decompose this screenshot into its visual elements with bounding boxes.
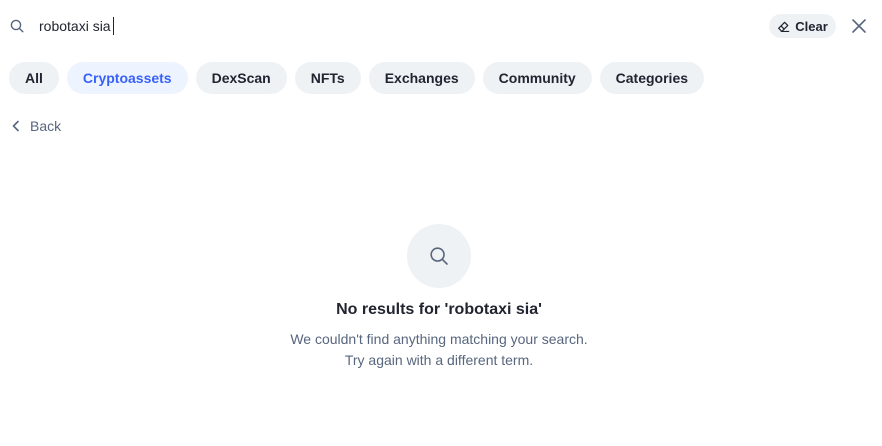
search-icon (10, 19, 24, 33)
tab-cryptoassets[interactable]: Cryptoassets (66, 62, 188, 94)
clear-button[interactable]: Clear (769, 14, 836, 38)
search-page: Clear All Cryptoassets DexScan NFTs Exch… (0, 0, 882, 446)
empty-state-line-2: Try again with a different term. (344, 352, 534, 368)
text-cursor (113, 17, 114, 35)
eraser-icon (778, 21, 790, 32)
chevron-left-icon (12, 120, 19, 132)
tab-exchanges[interactable]: Exchanges (368, 62, 475, 94)
search-icon (430, 247, 448, 265)
empty-state: No results for 'robotaxi sia' We couldn'… (0, 224, 878, 371)
empty-state-line-1: We couldn't find anything matching your … (290, 331, 588, 347)
category-tabs: All Cryptoassets DexScan NFTs Exchanges … (9, 62, 705, 94)
search-bar: Clear (0, 0, 882, 52)
close-icon[interactable] (850, 17, 868, 35)
back-button[interactable]: Back (10, 116, 61, 136)
search-input[interactable] (39, 14, 599, 38)
empty-state-description: We couldn't find anything matching your … (0, 329, 878, 371)
clear-button-label: Clear (795, 18, 828, 34)
tab-dexscan[interactable]: DexScan (195, 62, 287, 94)
tab-all[interactable]: All (9, 62, 59, 94)
tab-categories[interactable]: Categories (599, 62, 705, 94)
back-label: Back (30, 118, 62, 134)
empty-state-icon-circle (407, 224, 471, 288)
tab-community[interactable]: Community (482, 62, 592, 94)
empty-state-title: No results for 'robotaxi sia' (336, 301, 542, 318)
tab-nfts[interactable]: NFTs (294, 62, 361, 94)
